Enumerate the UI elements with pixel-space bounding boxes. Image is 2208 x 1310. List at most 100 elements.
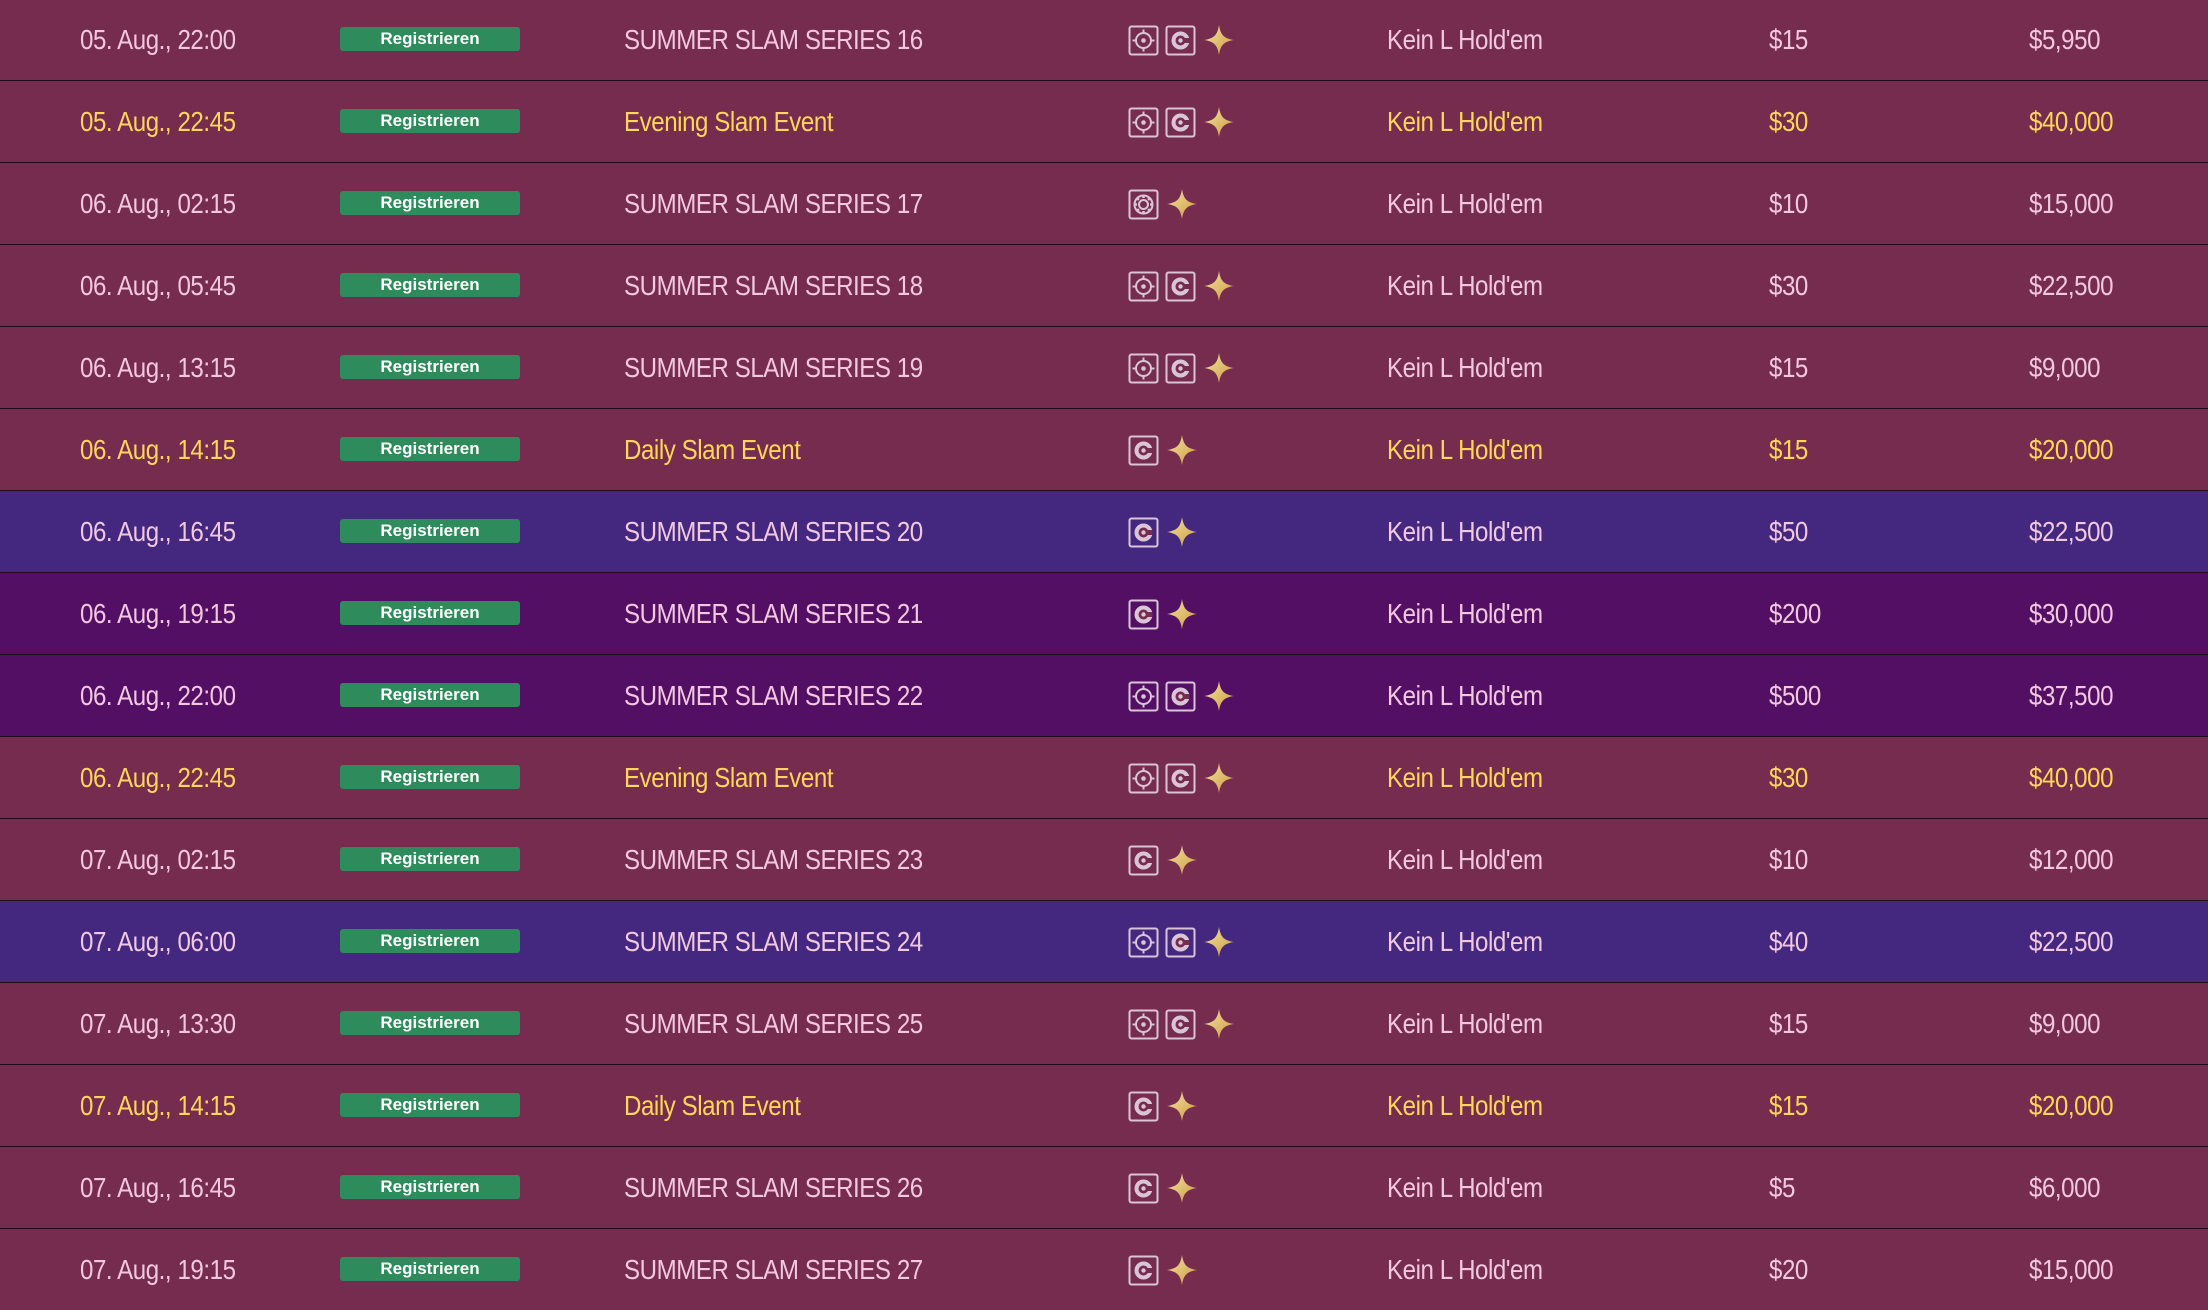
sparkle-icon xyxy=(1202,761,1236,795)
bounty-icon xyxy=(1128,1173,1159,1204)
prize-pool: $15,000 xyxy=(2029,1254,2114,1285)
buy-in: $5 xyxy=(1769,1172,1795,1203)
target-icon xyxy=(1128,1009,1159,1040)
tournament-row[interactable]: 06. Aug., 19:15 Registrieren SUMMER SLAM… xyxy=(0,573,2208,655)
game-type: Kein L Hold'em xyxy=(1387,1008,1543,1039)
buy-in: $15 xyxy=(1769,1008,1808,1039)
register-button[interactable]: Registrieren xyxy=(340,765,520,789)
game-type: Kein L Hold'em xyxy=(1387,844,1543,875)
prize-pool: $5,950 xyxy=(2029,24,2101,55)
tournament-row[interactable]: 06. Aug., 13:15 Registrieren SUMMER SLAM… xyxy=(0,327,2208,409)
tournament-name[interactable]: SUMMER SLAM SERIES 21 xyxy=(624,573,923,654)
register-button[interactable]: Registrieren xyxy=(340,109,520,133)
tournament-name[interactable]: Evening Slam Event xyxy=(624,737,834,818)
register-button[interactable]: Registrieren xyxy=(340,191,520,215)
register-button[interactable]: Registrieren xyxy=(340,27,520,51)
prize-pool: $9,000 xyxy=(2029,1008,2101,1039)
register-button[interactable]: Registrieren xyxy=(340,273,520,297)
tournament-name[interactable]: SUMMER SLAM SERIES 25 xyxy=(624,983,923,1064)
tournament-name[interactable]: SUMMER SLAM SERIES 27 xyxy=(624,1229,923,1310)
tournament-row[interactable]: 07. Aug., 13:30 Registrieren SUMMER SLAM… xyxy=(0,983,2208,1065)
prize-pool: $22,500 xyxy=(2029,270,2114,301)
tournament-features xyxy=(1128,1089,1199,1123)
tournament-name[interactable]: SUMMER SLAM SERIES 20 xyxy=(624,491,923,572)
tournament-name[interactable]: SUMMER SLAM SERIES 18 xyxy=(624,245,923,326)
start-time: 06. Aug., 16:45 xyxy=(80,516,236,547)
register-button[interactable]: Registrieren xyxy=(340,1011,520,1035)
buy-in: $50 xyxy=(1769,516,1808,547)
tournament-name[interactable]: SUMMER SLAM SERIES 26 xyxy=(624,1147,923,1228)
buy-in: $30 xyxy=(1769,270,1808,301)
sparkle-icon xyxy=(1165,433,1199,467)
register-button[interactable]: Registrieren xyxy=(340,683,520,707)
tournament-name[interactable]: SUMMER SLAM SERIES 24 xyxy=(624,901,923,982)
buy-in: $30 xyxy=(1769,762,1808,793)
tournament-row[interactable]: 06. Aug., 05:45 Registrieren SUMMER SLAM… xyxy=(0,245,2208,327)
register-button[interactable]: Registrieren xyxy=(340,1093,520,1117)
tournament-row[interactable]: 06. Aug., 14:15 Registrieren Daily Slam … xyxy=(0,409,2208,491)
tournament-features xyxy=(1128,105,1236,139)
buy-in: $500 xyxy=(1769,680,1821,711)
start-time: 07. Aug., 02:15 xyxy=(80,844,236,875)
game-type: Kein L Hold'em xyxy=(1387,926,1543,957)
tournament-features xyxy=(1128,1171,1199,1205)
bounty-icon xyxy=(1165,107,1196,138)
buy-in: $20 xyxy=(1769,1254,1808,1285)
tournament-row[interactable]: 07. Aug., 16:45 Registrieren SUMMER SLAM… xyxy=(0,1147,2208,1229)
register-button[interactable]: Registrieren xyxy=(340,437,520,461)
start-time: 06. Aug., 13:15 xyxy=(80,352,236,383)
game-type: Kein L Hold'em xyxy=(1387,762,1543,793)
tournament-row[interactable]: 06. Aug., 02:15 Registrieren SUMMER SLAM… xyxy=(0,163,2208,245)
tournament-row[interactable]: 06. Aug., 16:45 Registrieren SUMMER SLAM… xyxy=(0,491,2208,573)
tournament-name[interactable]: SUMMER SLAM SERIES 19 xyxy=(624,327,923,408)
tournament-name[interactable]: SUMMER SLAM SERIES 16 xyxy=(624,0,923,80)
tournament-row[interactable]: 07. Aug., 19:15 Registrieren SUMMER SLAM… xyxy=(0,1229,2208,1310)
tournament-row[interactable]: 07. Aug., 06:00 Registrieren SUMMER SLAM… xyxy=(0,901,2208,983)
tournament-row[interactable]: 05. Aug., 22:45 Registrieren Evening Sla… xyxy=(0,81,2208,163)
game-type: Kein L Hold'em xyxy=(1387,352,1543,383)
buy-in: $15 xyxy=(1769,24,1808,55)
register-button[interactable]: Registrieren xyxy=(340,601,520,625)
tournament-name[interactable]: SUMMER SLAM SERIES 23 xyxy=(624,819,923,900)
prize-pool: $15,000 xyxy=(2029,188,2114,219)
target-icon xyxy=(1128,681,1159,712)
target-icon xyxy=(1128,353,1159,384)
game-type: Kein L Hold'em xyxy=(1387,1254,1543,1285)
tournament-features xyxy=(1128,925,1236,959)
game-type: Kein L Hold'em xyxy=(1387,24,1543,55)
register-button[interactable]: Registrieren xyxy=(340,355,520,379)
register-button[interactable]: Registrieren xyxy=(340,1175,520,1199)
register-button[interactable]: Registrieren xyxy=(340,519,520,543)
sparkle-icon xyxy=(1165,1253,1199,1287)
bounty-icon xyxy=(1165,681,1196,712)
tournament-name[interactable]: Evening Slam Event xyxy=(624,81,834,162)
register-button[interactable]: Registrieren xyxy=(340,929,520,953)
start-time: 07. Aug., 06:00 xyxy=(80,926,236,957)
game-type: Kein L Hold'em xyxy=(1387,188,1543,219)
prize-pool: $37,500 xyxy=(2029,680,2114,711)
target-icon xyxy=(1128,25,1159,56)
tournament-features xyxy=(1128,761,1236,795)
sparkle-icon xyxy=(1202,679,1236,713)
tournament-list: 05. Aug., 22:00 Registrieren SUMMER SLAM… xyxy=(0,0,2208,1310)
tournament-name[interactable]: SUMMER SLAM SERIES 22 xyxy=(624,655,923,736)
bounty-icon xyxy=(1165,25,1196,56)
bounty-icon xyxy=(1128,845,1159,876)
game-type: Kein L Hold'em xyxy=(1387,270,1543,301)
sparkle-icon xyxy=(1165,843,1199,877)
game-type: Kein L Hold'em xyxy=(1387,1090,1543,1121)
tournament-name[interactable]: SUMMER SLAM SERIES 17 xyxy=(624,163,923,244)
register-button[interactable]: Registrieren xyxy=(340,847,520,871)
tournament-name[interactable]: Daily Slam Event xyxy=(624,1065,801,1146)
register-button[interactable]: Registrieren xyxy=(340,1257,520,1281)
sparkle-icon xyxy=(1165,187,1199,221)
tournament-features xyxy=(1128,433,1199,467)
tournament-row[interactable]: 06. Aug., 22:00 Registrieren SUMMER SLAM… xyxy=(0,655,2208,737)
tournament-row[interactable]: 05. Aug., 22:00 Registrieren SUMMER SLAM… xyxy=(0,0,2208,81)
tournament-row[interactable]: 07. Aug., 14:15 Registrieren Daily Slam … xyxy=(0,1065,2208,1147)
tournament-row[interactable]: 06. Aug., 22:45 Registrieren Evening Sla… xyxy=(0,737,2208,819)
game-type: Kein L Hold'em xyxy=(1387,1172,1543,1203)
tournament-features xyxy=(1128,679,1236,713)
tournament-name[interactable]: Daily Slam Event xyxy=(624,409,801,490)
tournament-row[interactable]: 07. Aug., 02:15 Registrieren SUMMER SLAM… xyxy=(0,819,2208,901)
